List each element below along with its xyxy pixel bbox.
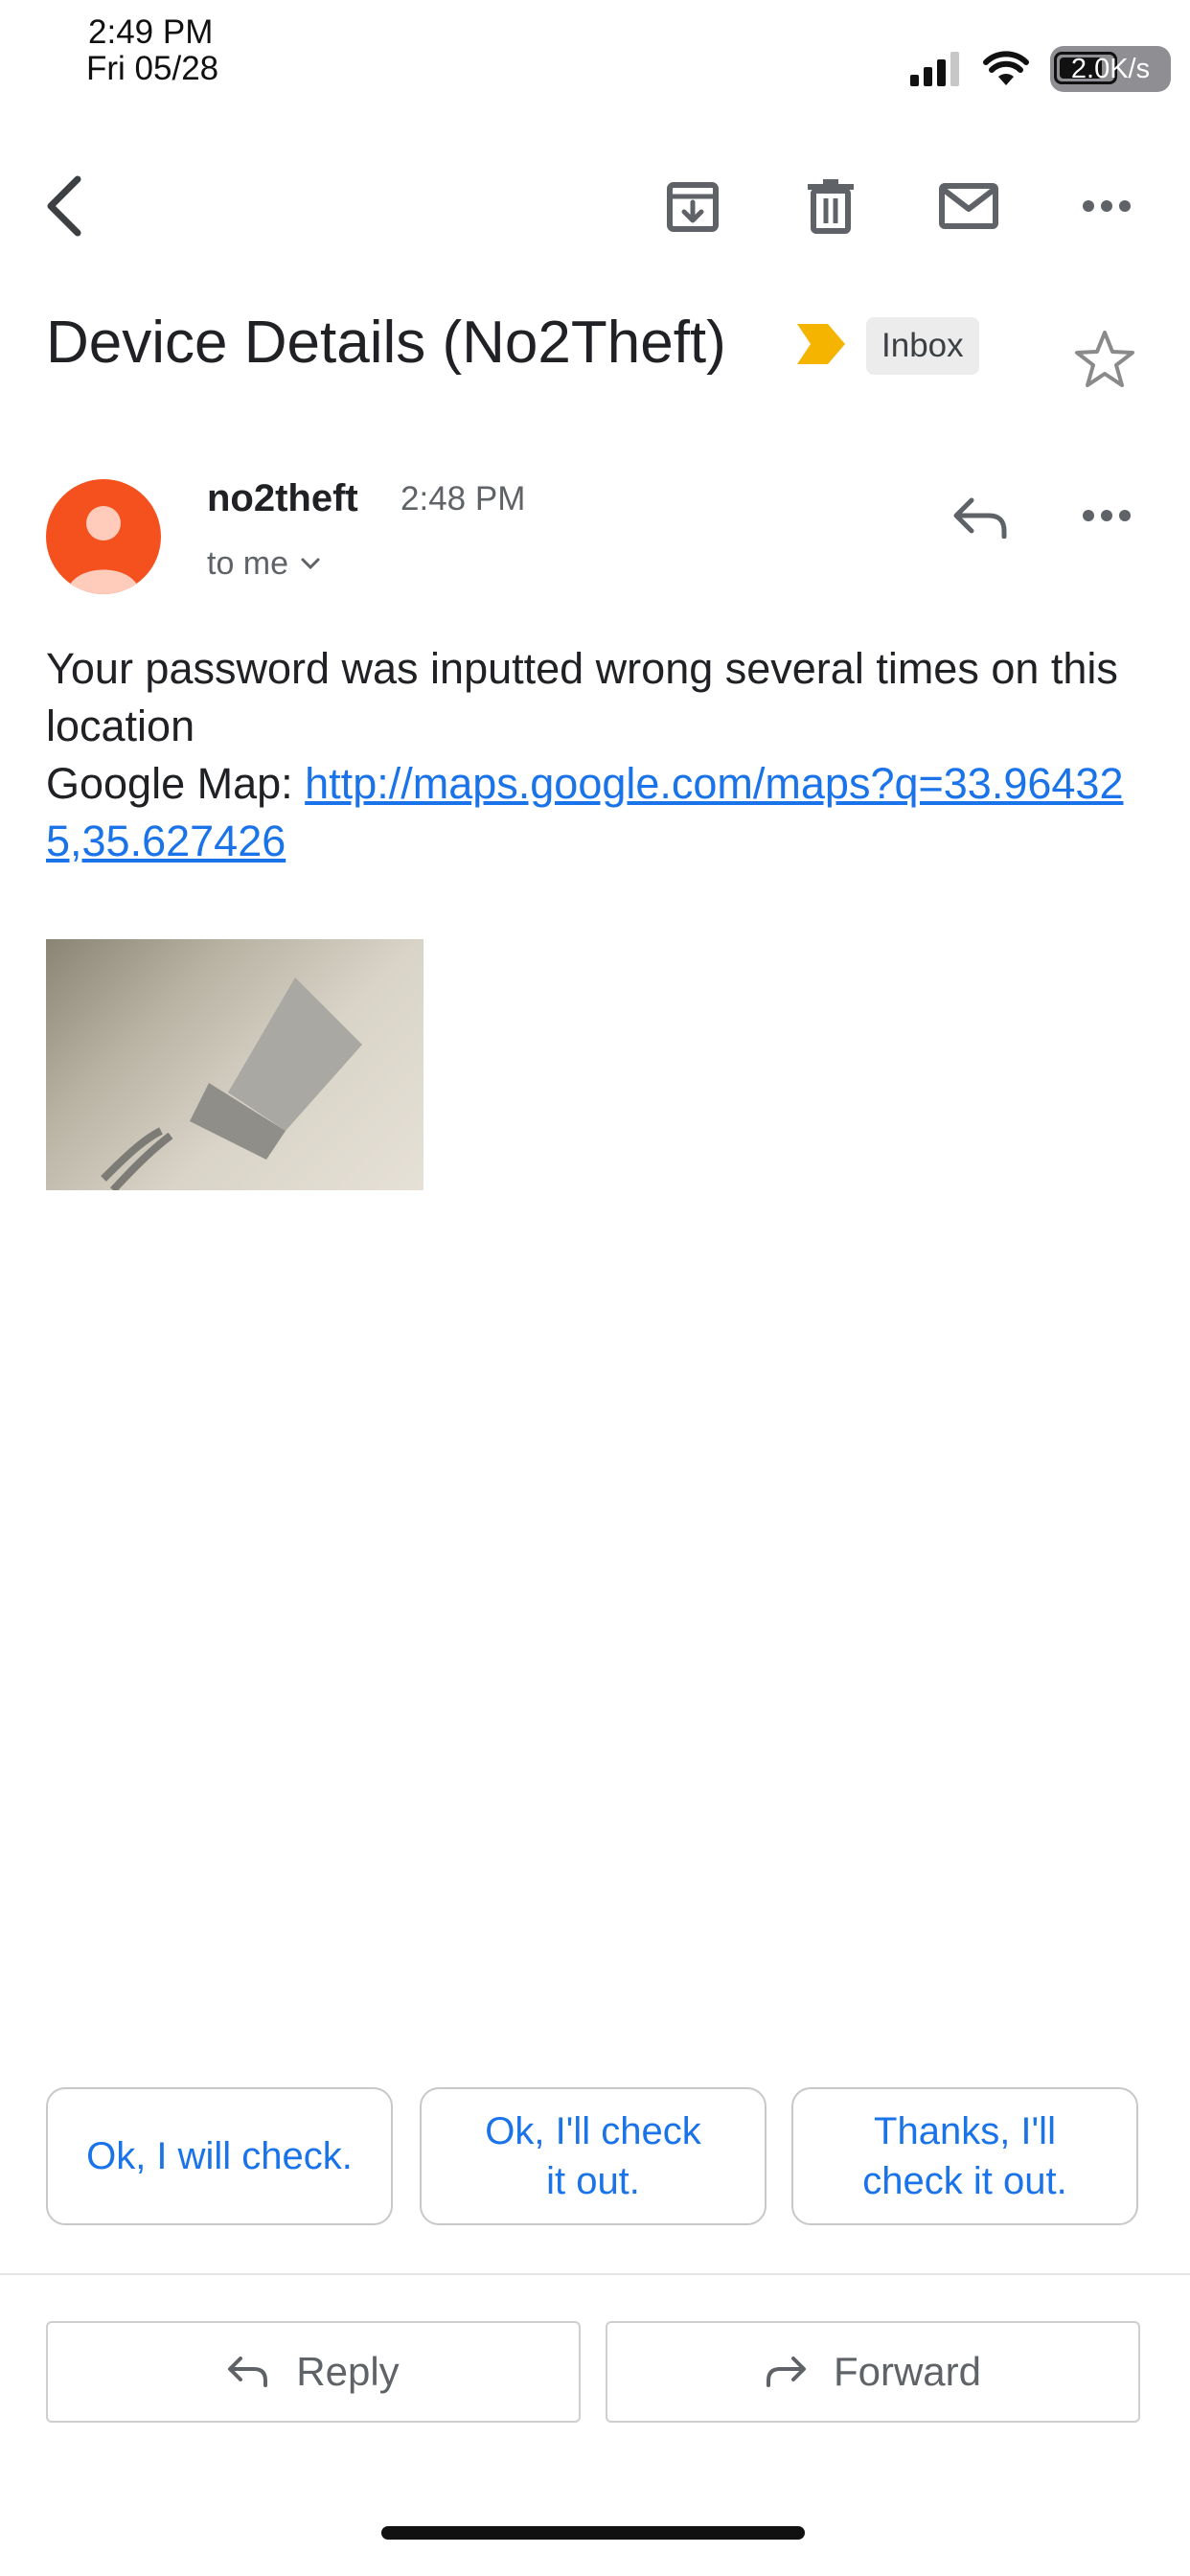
message-more-button[interactable]: [1064, 479, 1150, 552]
home-indicator[interactable]: [381, 2526, 805, 2540]
network-speed-text: 2.0K/s: [1070, 54, 1151, 84]
mail-icon: [939, 183, 998, 229]
person-icon: [67, 506, 140, 594]
archive-icon: [667, 182, 719, 232]
smart-reply-2[interactable]: Ok, I'll check it out.: [420, 2087, 767, 2225]
status-time: 2:49 PM: [88, 13, 214, 51]
forward-label: Forward: [833, 2349, 982, 2394]
more-icon: [1083, 510, 1131, 521]
quick-reply-button[interactable]: [945, 481, 1018, 554]
email-timestamp: 2:48 PM: [400, 480, 526, 518]
body-line: Your password was inputted wrong several…: [46, 644, 1118, 750]
back-button[interactable]: [21, 163, 107, 249]
divider: [0, 2273, 1190, 2275]
archive-button[interactable]: [650, 163, 736, 249]
forward-icon: [766, 2357, 806, 2387]
chevron-down-icon: [301, 558, 320, 570]
more-options-button[interactable]: [1064, 163, 1150, 249]
star-icon: [1075, 331, 1134, 387]
smart-reply-3[interactable]: Thanks, I'll check it out.: [791, 2087, 1138, 2225]
email-subject: Device Details (No2Theft): [46, 310, 726, 376]
phone-photo-image: [101, 978, 362, 1190]
delete-icon: [808, 179, 854, 234]
attachment-image[interactable]: [46, 939, 423, 1190]
recipient-label: to me: [207, 545, 289, 582]
status-date: Fri 05/28: [86, 50, 219, 87]
back-icon: [47, 175, 81, 237]
wifi-icon: [983, 51, 1029, 85]
star-button[interactable]: [1073, 328, 1136, 391]
inbox-label-chip[interactable]: Inbox: [866, 317, 979, 375]
map-prefix: Google Map:: [46, 759, 306, 808]
signal-icon: [910, 52, 959, 86]
delete-button[interactable]: [788, 163, 874, 249]
reply-button[interactable]: Reply: [46, 2321, 581, 2423]
map-line: Google Map: http://maps.google.com/maps?…: [46, 755, 1138, 870]
importance-marker-icon[interactable]: [797, 324, 845, 364]
recipient-toggle[interactable]: to me: [207, 541, 321, 586]
email-body: Your password was inputted wrong several…: [46, 640, 1138, 870]
more-icon: [1083, 200, 1131, 212]
reply-icon: [953, 497, 1007, 539]
sender-avatar[interactable]: [46, 479, 161, 594]
status-icons: 2.0K/s: [910, 38, 1171, 100]
network-speed-badge: 2.0K/s: [1050, 46, 1171, 92]
reply-icon: [228, 2357, 268, 2387]
forward-button[interactable]: Forward: [606, 2321, 1140, 2423]
mark-unread-button[interactable]: [926, 163, 1012, 249]
sender-name: no2theft: [207, 477, 358, 519]
smart-reply-1[interactable]: Ok, I will check.: [46, 2087, 393, 2225]
reply-label: Reply: [296, 2349, 400, 2394]
